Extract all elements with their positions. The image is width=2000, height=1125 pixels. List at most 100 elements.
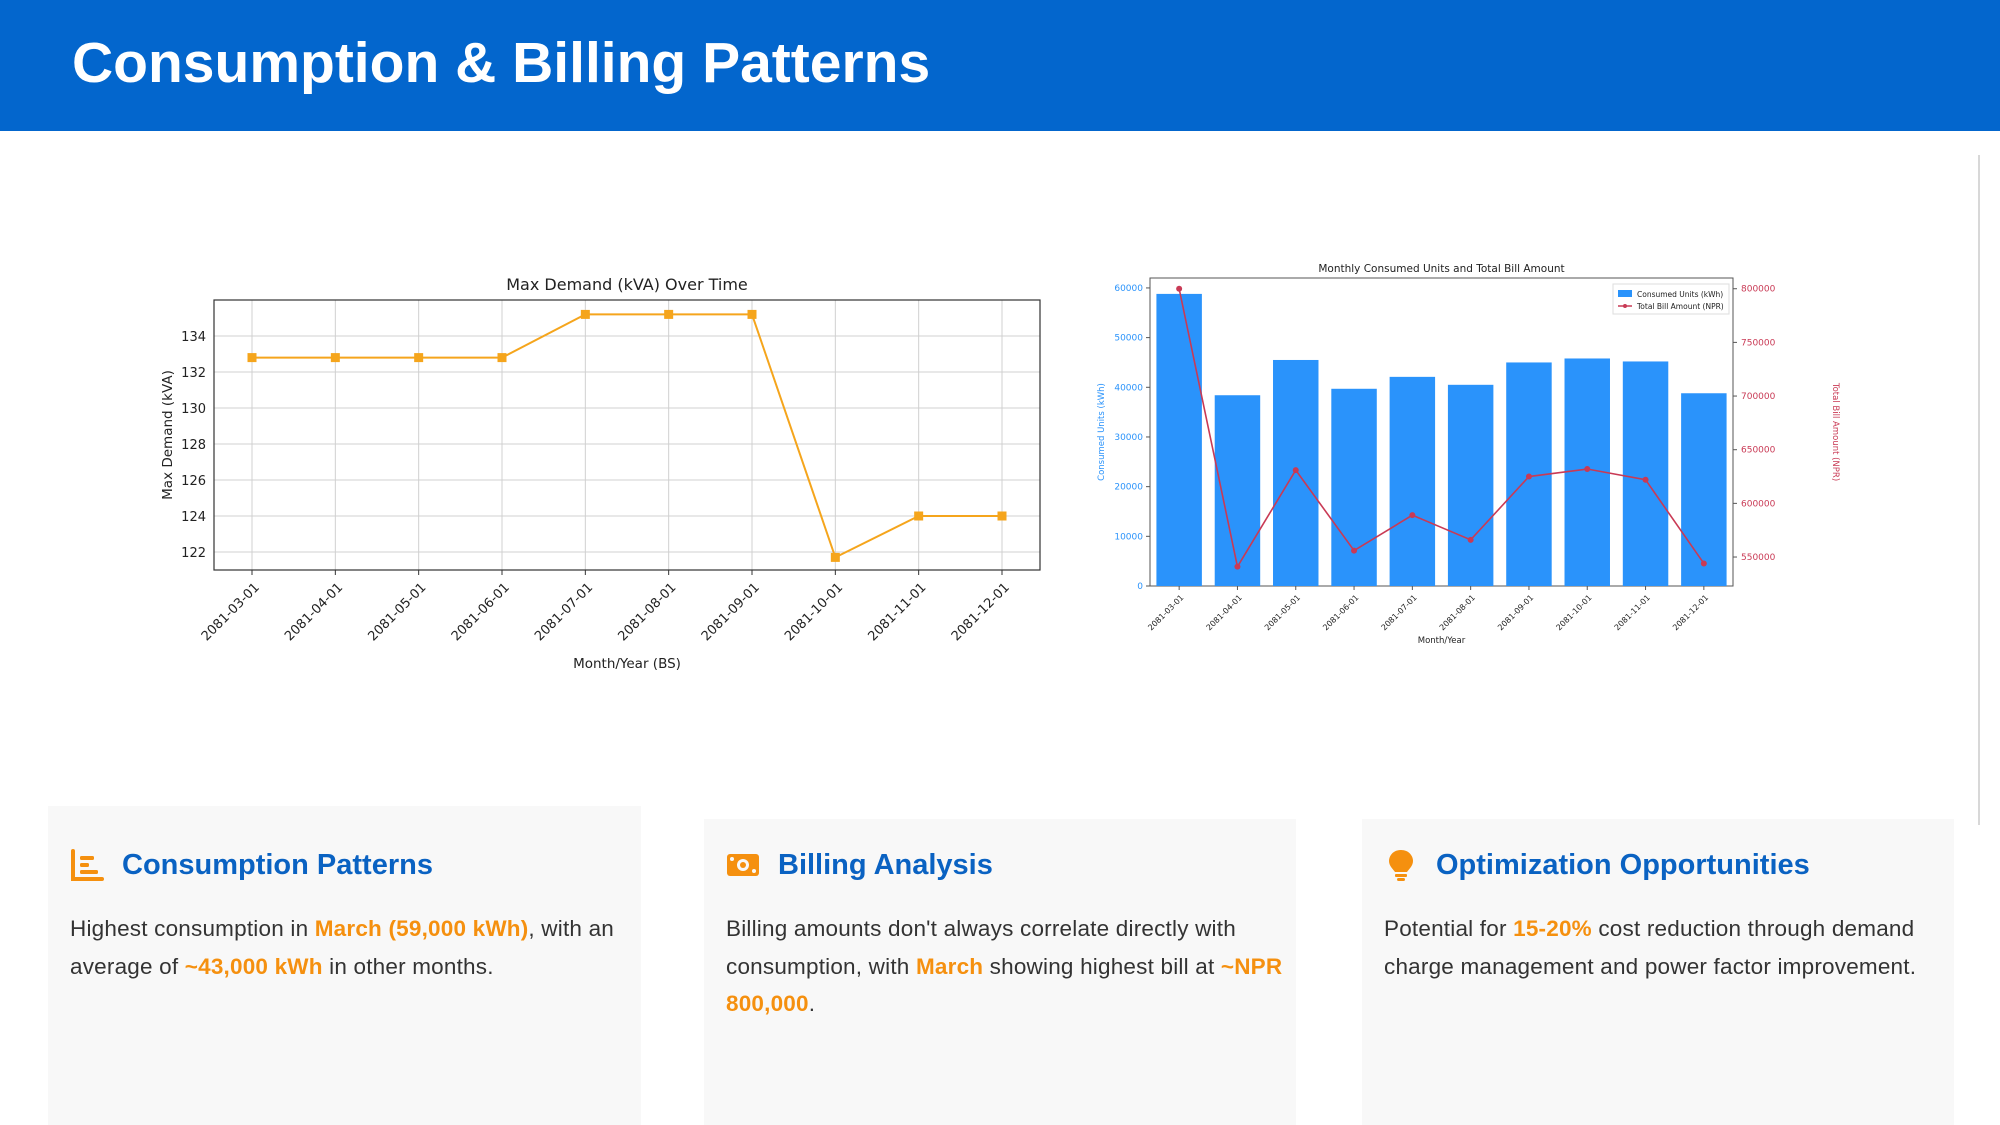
bar bbox=[1156, 293, 1202, 586]
y-right-tick-label: 650000 bbox=[1741, 446, 1776, 456]
x-tick-label: 2081-09-01 bbox=[1496, 593, 1535, 632]
x-axis-label: Month/Year bbox=[1418, 636, 1466, 646]
plot-frame bbox=[213, 299, 1041, 571]
consumption-patterns-card: Consumption Patterns Highest consumption… bbox=[48, 806, 641, 1125]
bill-point bbox=[1525, 473, 1532, 480]
x-tick-label: 2081-05-01 bbox=[1263, 593, 1302, 632]
bill-point bbox=[1351, 547, 1358, 554]
x-tick-label: 2081-07-01 bbox=[532, 580, 596, 644]
page-title: Consumption & Billing Patterns bbox=[72, 31, 931, 95]
chart-bar-icon bbox=[70, 848, 104, 882]
data-point bbox=[414, 353, 424, 363]
y-right-tick-label: 600000 bbox=[1741, 499, 1776, 509]
bill-point bbox=[1642, 476, 1649, 483]
y-axis-label: Max Demand (kVA) bbox=[160, 370, 176, 500]
bill-point bbox=[1176, 285, 1183, 292]
x-tick-label: 2081-03-01 bbox=[199, 580, 263, 644]
bill-point bbox=[1700, 560, 1707, 567]
lightbulb-icon bbox=[1384, 848, 1418, 882]
y-right-tick-label: 800000 bbox=[1741, 285, 1776, 295]
data-point bbox=[247, 353, 257, 363]
y-tick-label: 50000 bbox=[1114, 334, 1143, 344]
body-text: showing highest bill at bbox=[983, 953, 1221, 979]
y-right-axis-label: Total Bill Amount (NPR) bbox=[1830, 382, 1840, 481]
bill-point bbox=[1584, 466, 1591, 473]
data-point bbox=[330, 353, 340, 363]
card-title: Optimization Opportunities bbox=[1384, 848, 1810, 882]
card-body: Highest consumption in March (59,000 kWh… bbox=[70, 910, 630, 985]
x-tick-label: 2081-10-01 bbox=[782, 580, 846, 644]
y-tick-label: 134 bbox=[181, 330, 206, 345]
legend-label-units: Consumed Units (kWh) bbox=[1637, 290, 1723, 299]
body-text: in other months. bbox=[322, 953, 494, 979]
x-tick-label: 2081-08-01 bbox=[1438, 593, 1477, 632]
header-bar: Consumption & Billing Patterns bbox=[0, 0, 2000, 131]
card-body: Potential for 15-20% cost reduction thro… bbox=[1384, 910, 1944, 985]
x-tick-label: 2081-06-01 bbox=[449, 580, 513, 644]
x-tick-label: 2081-03-01 bbox=[1146, 593, 1185, 632]
data-point bbox=[497, 353, 507, 363]
bar bbox=[1447, 384, 1494, 586]
highlight-text: 15-20% bbox=[1513, 916, 1592, 941]
y-tick-label: 128 bbox=[181, 438, 206, 453]
data-point bbox=[830, 552, 840, 562]
y-tick-label: 132 bbox=[181, 366, 206, 381]
data-point bbox=[580, 309, 590, 319]
max-demand-chart: Max Demand (kVA) Over Time 122 124 126 128 13… bbox=[150, 265, 1050, 685]
y-tick-label: 0 bbox=[1137, 582, 1143, 592]
units-bill-chart: Monthly Consumed Units and Total Bill Am… bbox=[1090, 258, 1850, 658]
data-point bbox=[997, 511, 1007, 521]
x-tick-label: 2081-08-01 bbox=[615, 580, 679, 644]
legend-marker-bill bbox=[1623, 304, 1627, 308]
card-body: Billing amounts don't always correlate d… bbox=[726, 910, 1286, 1023]
y-tick-label: 130 bbox=[181, 402, 206, 417]
body-text: Highest consumption in bbox=[70, 916, 315, 941]
body-text: . bbox=[808, 991, 816, 1016]
bar bbox=[1331, 388, 1377, 586]
y-tick-label: 124 bbox=[181, 510, 206, 525]
bill-point bbox=[1292, 467, 1299, 474]
card-title-text: Billing Analysis bbox=[778, 848, 993, 881]
y-tick-label: 40000 bbox=[1114, 383, 1143, 393]
x-axis-label: Month/Year (BS) bbox=[573, 656, 681, 672]
y-right-tick-label: 750000 bbox=[1741, 338, 1776, 348]
card-title-text: Consumption Patterns bbox=[122, 848, 433, 881]
body-text: Potential for bbox=[1384, 916, 1514, 941]
x-tick-label: 2081-04-01 bbox=[282, 580, 346, 644]
chart-title: Monthly Consumed Units and Total Bill Am… bbox=[1318, 263, 1564, 275]
data-point bbox=[747, 309, 757, 319]
bar bbox=[1389, 376, 1436, 586]
card-title: Consumption Patterns bbox=[70, 848, 433, 882]
y-tick-label: 30000 bbox=[1114, 433, 1143, 443]
bill-point bbox=[1409, 512, 1416, 519]
x-tick-label: 2081-09-01 bbox=[699, 580, 763, 644]
legend-swatch-units bbox=[1618, 290, 1632, 297]
bar bbox=[1622, 361, 1669, 586]
x-tick-label: 2081-07-01 bbox=[1380, 593, 1419, 632]
data-point bbox=[664, 309, 674, 319]
legend-label-bill: Total Bill Amount (NPR) bbox=[1636, 302, 1724, 311]
x-tick-label: 2081-10-01 bbox=[1554, 593, 1593, 632]
bar bbox=[1681, 393, 1727, 586]
card-title-text: Optimization Opportunities bbox=[1436, 848, 1810, 881]
y-right-tick-label: 700000 bbox=[1741, 392, 1776, 402]
x-tick-label: 2081-12-01 bbox=[1671, 593, 1710, 632]
highlight-text: ~43,000 kWh bbox=[184, 953, 323, 979]
highlight-text: March bbox=[915, 953, 984, 979]
billing-analysis-card: Billing Analysis Billing amounts don't a… bbox=[704, 819, 1296, 1125]
y-tick-label: 20000 bbox=[1114, 483, 1143, 493]
y-right-tick-label: 550000 bbox=[1741, 553, 1776, 563]
y-tick-label: 10000 bbox=[1114, 532, 1143, 542]
x-tick-label: 2081-06-01 bbox=[1321, 593, 1360, 632]
x-tick-label: 2081-12-01 bbox=[949, 580, 1013, 644]
x-tick-label: 2081-11-01 bbox=[865, 580, 929, 644]
card-title: Billing Analysis bbox=[726, 848, 993, 882]
series-line bbox=[252, 313, 1002, 559]
data-point bbox=[914, 511, 924, 521]
scrollbar-track[interactable] bbox=[1978, 155, 1980, 825]
x-tick-label: 2081-05-01 bbox=[365, 580, 429, 644]
y-axis-label: Consumed Units (kWh) bbox=[1097, 383, 1107, 481]
chart-title: Max Demand (kVA) Over Time bbox=[506, 275, 748, 294]
x-tick-label: 2081-11-01 bbox=[1613, 593, 1652, 632]
y-tick-label: 126 bbox=[181, 474, 206, 489]
